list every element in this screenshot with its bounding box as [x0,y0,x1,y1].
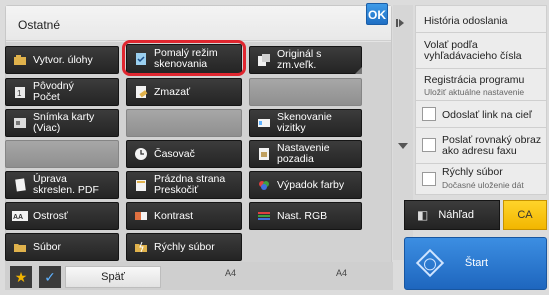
start-label: Štart [464,257,489,269]
bottom-bar: ★ ✓ Späť A4 A4 [5,262,393,290]
blank-page-skip-icon [133,178,149,192]
mixed-size-original-icon [256,53,272,67]
function-rgb-adjust-button[interactable]: Nast. RGB [249,202,362,230]
function-label: Prázdna strana Preskočiť [154,173,226,196]
function-label: Ostrosť [33,209,68,222]
send-same-image-item[interactable]: Poslať rovnaký obraz ako adresu faxu [416,128,546,164]
sharpness-icon: AA [12,209,28,223]
function-card-shot-button[interactable]: Snímka karty (Viac) [5,109,119,137]
function-color-dropout-button[interactable]: Výpadok farby [249,171,362,199]
function-quick-file-button[interactable]: Rýchly súbor [126,233,242,261]
background-setting-icon [256,147,272,161]
program-registration-sub: Uložiť aktuálne nastavenie [424,87,525,97]
send-same-image-checkbox[interactable] [422,138,436,152]
program-registration-item[interactable]: Registrácia programu Uložiť aktuálne nas… [416,69,546,101]
program-registration-label: Registrácia programu [424,74,525,86]
function-disabled-button [5,140,119,168]
function-job-build-button[interactable]: Vytvor. úlohy [5,46,119,74]
function-disabled-button [126,109,242,137]
right-action-panel: História odoslania Volať podľa vyhľadáva… [415,5,547,195]
paper-size-left: A4 [225,268,237,278]
function-disabled-button [249,78,362,106]
function-label: Úprava skreslen. PDF [33,173,99,196]
function-pdf-skew-button[interactable]: Úprava skreslen. PDF [5,171,119,199]
function-label: Rýchly súbor [154,240,215,253]
send-link-item[interactable]: Odoslať link na cieľ [416,101,546,128]
function-business-card-scan-button[interactable]: Skenovanie vizitky [249,109,362,137]
preview-button[interactable]: ◧ Náhľad [404,200,500,230]
function-background-setting-button[interactable]: Nastavenie pozadia [249,140,362,168]
function-blank-page-skip-button[interactable]: Prázdna strana Preskočiť [126,171,242,199]
send-history-item[interactable]: História odoslania [416,6,546,33]
panel-title: Ostatné [18,18,61,32]
file-folder-icon [12,240,28,254]
ok-button[interactable]: OK [366,3,388,25]
color-dropout-icon [256,178,272,192]
quick-file-item[interactable]: Rýchly súbor Dočasné uloženie dát [416,164,546,194]
back-button[interactable]: Späť [65,266,161,288]
quick-file-label: Rýchly súbor [442,166,503,178]
function-label: Snímka karty (Viac) [33,111,95,134]
function-label: Nastavenie pozadia [277,142,330,165]
expand-arrow-icon[interactable] [396,19,404,27]
function-mixed-size-original-button[interactable]: Originál s zm.veľk. [249,46,362,74]
preview-label: Náhľad [438,209,474,221]
card-shot-icon [12,116,28,130]
quick-file-checkbox[interactable] [422,172,436,186]
original-count-icon: 1 [12,85,28,99]
function-label: Vytvor. úlohy [33,53,93,66]
panel-header: Ostatné [6,6,391,41]
send-link-label: Odoslať link na cieľ [442,109,532,121]
function-label: Kontrast [154,209,194,222]
function-label: Nast. RGB [277,209,328,222]
quick-file-sub: Dočasné uloženie dát [442,180,524,190]
pdf-skew-icon [12,178,28,192]
job-build-icon [12,53,28,67]
start-button[interactable]: Štart [404,237,547,290]
paper-size-right: A4 [336,268,348,278]
function-label: Pôvodný Počet [33,80,74,103]
highlight-ring [122,40,246,76]
send-same-image-label: Poslať rovnaký obraz ako adresu faxu [442,134,542,157]
function-contrast-button[interactable]: Kontrast [126,202,242,230]
recall-number-label: Volať podľa vyhľadávacieho čísla [424,39,522,62]
function-label: Originál s zm.veľk. [277,48,322,71]
contrast-icon [133,209,149,223]
function-sharpness-button[interactable]: AA Ostrosť [5,202,119,230]
svg-text:1: 1 [17,89,22,98]
function-erase-button[interactable]: Zmazať [126,78,242,106]
function-timer-button[interactable]: Časovač [126,140,242,168]
function-label: Skenovanie vizitky [277,111,332,134]
erase-icon [133,85,149,99]
clear-all-button[interactable]: CA [503,200,547,230]
recall-search-number-item[interactable]: Volať podľa vyhľadávacieho čísla [416,33,546,69]
function-label: Časovač [154,147,195,160]
scroll-down-icon[interactable] [398,143,408,149]
check-settings-button[interactable]: ✓ [39,266,61,288]
business-card-scan-icon [256,116,272,130]
preview-icon: ◧ [417,208,429,222]
function-label: Zmazať [154,85,191,98]
timer-icon [133,147,149,161]
send-history-label: História odoslania [424,15,508,27]
svg-text:AA: AA [13,214,23,221]
function-label: Súbor [33,240,62,253]
quick-file-icon [133,240,149,254]
function-original-count-button[interactable]: 1 Pôvodný Počet [5,78,119,106]
send-link-checkbox[interactable] [422,107,436,121]
rgb-adjust-icon [256,209,272,223]
favorite-star-button[interactable]: ★ [10,266,32,288]
function-label: Výpadok farby [277,178,345,191]
function-file-button[interactable]: Súbor [5,233,119,261]
